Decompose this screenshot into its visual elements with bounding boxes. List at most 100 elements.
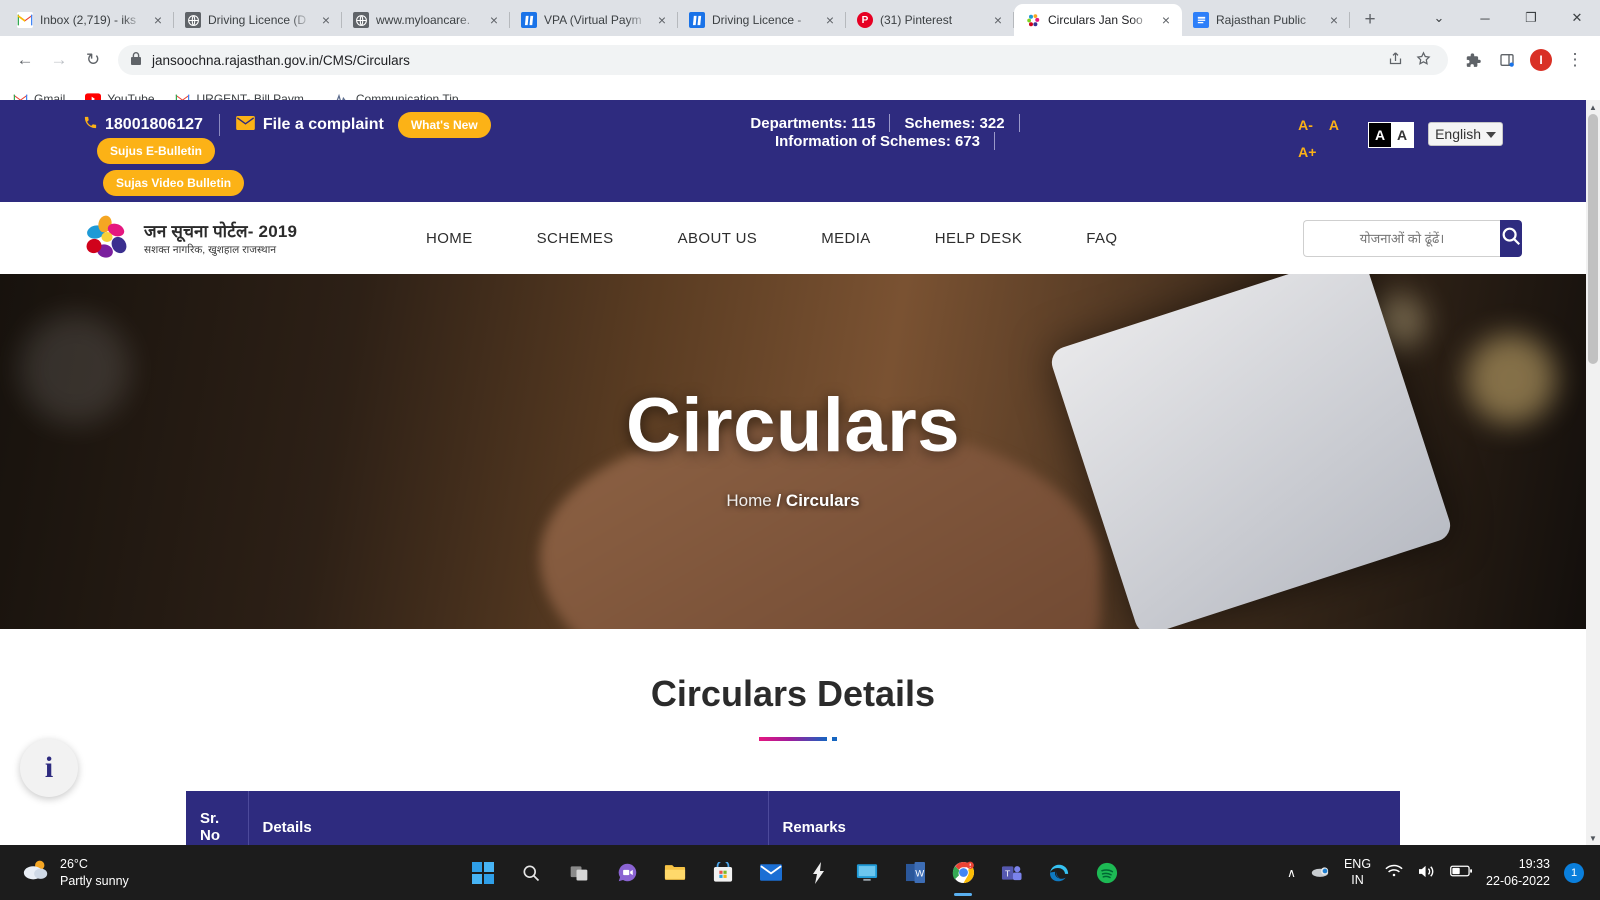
reload-icon[interactable]: ↻ bbox=[78, 45, 108, 75]
scroll-up-icon[interactable]: ▲ bbox=[1586, 100, 1600, 114]
sidepanel-icon[interactable] bbox=[1492, 45, 1522, 75]
font-decrease-button[interactable]: A- bbox=[1298, 112, 1313, 139]
onedrive-icon[interactable] bbox=[1310, 864, 1330, 881]
search-input[interactable] bbox=[1303, 219, 1500, 257]
wifi-icon[interactable] bbox=[1385, 864, 1403, 881]
word-icon[interactable]: W bbox=[902, 860, 928, 886]
close-icon[interactable]: × bbox=[486, 13, 502, 27]
maximize-button[interactable]: ❐ bbox=[1508, 0, 1554, 36]
close-icon[interactable]: × bbox=[1158, 13, 1174, 27]
teams-icon[interactable]: T bbox=[998, 860, 1024, 886]
clock-date: 22-06-2022 bbox=[1486, 873, 1550, 888]
contrast-light-option[interactable]: A bbox=[1391, 123, 1414, 147]
browser-tab[interactable]: Driving Licence (D × bbox=[174, 4, 342, 36]
column-header-remarks: Remarks bbox=[768, 791, 1400, 845]
browser-tab[interactable]: Inbox (2,719) - iks × bbox=[6, 4, 174, 36]
search-button[interactable] bbox=[1500, 219, 1522, 257]
search-icon[interactable] bbox=[518, 860, 544, 886]
phone-icon bbox=[83, 115, 98, 135]
flash-icon[interactable] bbox=[806, 860, 832, 886]
remote-desktop-icon[interactable] bbox=[854, 860, 880, 886]
scrollbar-thumb[interactable] bbox=[1588, 114, 1598, 364]
chrome-icon[interactable] bbox=[950, 860, 976, 896]
tray-chevron-up-icon[interactable]: ∧ bbox=[1287, 866, 1296, 880]
sujus-ebulletin-button[interactable]: Sujus E-Bulletin bbox=[97, 138, 216, 164]
close-icon[interactable]: × bbox=[1326, 13, 1342, 27]
browser-tab[interactable]: VPA (Virtual Paym × bbox=[510, 4, 678, 36]
column-header-details: Details bbox=[248, 791, 769, 845]
bookmark-star-icon[interactable] bbox=[1410, 51, 1436, 69]
chat-icon[interactable] bbox=[614, 860, 640, 886]
browser-tab[interactable]: Driving Licence - × bbox=[678, 4, 846, 36]
browser-tab-active[interactable]: Circulars Jan Soo × bbox=[1014, 4, 1182, 36]
avatar[interactable]: I bbox=[1526, 45, 1556, 75]
close-icon[interactable]: × bbox=[990, 13, 1006, 27]
svg-text:W: W bbox=[915, 868, 924, 879]
close-window-button[interactable]: ✕ bbox=[1554, 0, 1600, 36]
share-icon[interactable] bbox=[1382, 51, 1408, 69]
divider bbox=[1018, 114, 1020, 132]
sujas-video-bulletin-button[interactable]: Sujas Video Bulletin bbox=[103, 170, 245, 196]
window-controls: ⌄ ─ ❐ ✕ bbox=[1416, 0, 1600, 36]
envelope-icon bbox=[236, 115, 255, 135]
tab-title: Rajasthan Public bbox=[1216, 13, 1307, 27]
minimize-button[interactable]: ─ bbox=[1462, 0, 1508, 36]
browser-tab[interactable]: www.myloancare. × bbox=[342, 4, 510, 36]
nav-item-schemes[interactable]: SCHEMES bbox=[505, 230, 646, 247]
microsoft-store-icon[interactable] bbox=[710, 860, 736, 886]
nav-item-home[interactable]: HOME bbox=[394, 230, 505, 247]
clock[interactable]: 19:33 22-06-2022 bbox=[1486, 856, 1550, 889]
nav-item-media[interactable]: MEDIA bbox=[789, 230, 903, 247]
browser-tab[interactable]: P (31) Pinterest × bbox=[846, 4, 1014, 36]
file-explorer-icon[interactable] bbox=[662, 860, 688, 886]
contrast-dark-option[interactable]: A bbox=[1369, 123, 1392, 147]
battery-icon[interactable] bbox=[1450, 865, 1473, 880]
close-icon[interactable]: × bbox=[822, 13, 838, 27]
task-view-icon[interactable] bbox=[566, 860, 592, 886]
logo-text: जन सूचना पोर्टल- 2019 सशक्त नागरिक, खुशह… bbox=[144, 219, 297, 257]
language-select[interactable]: English bbox=[1428, 122, 1503, 146]
mail-icon[interactable] bbox=[758, 860, 784, 886]
spotify-icon[interactable] bbox=[1094, 860, 1120, 886]
jansoochna-logo-icon bbox=[83, 215, 135, 261]
edge-icon[interactable] bbox=[1046, 860, 1072, 886]
volume-icon[interactable] bbox=[1417, 864, 1436, 882]
address-bar[interactable]: jansoochna.rajasthan.gov.in/CMS/Circular… bbox=[118, 45, 1448, 75]
new-tab-button[interactable]: + bbox=[1356, 6, 1384, 34]
chrome-menu-icon[interactable]: ⋮ bbox=[1560, 45, 1590, 75]
tab-search-icon[interactable]: ⌄ bbox=[1416, 0, 1462, 36]
nav-item-help-desk[interactable]: HELP DESK bbox=[903, 230, 1055, 247]
back-icon[interactable]: ← bbox=[10, 45, 40, 75]
scroll-down-icon[interactable]: ▼ bbox=[1586, 831, 1600, 845]
font-increase-button[interactable]: A+ bbox=[1298, 139, 1316, 166]
nav-item-about-us[interactable]: ABOUT US bbox=[646, 230, 790, 247]
file-complaint-link[interactable]: File a complaint bbox=[236, 115, 384, 135]
forward-icon[interactable]: → bbox=[44, 45, 74, 75]
divider bbox=[994, 132, 996, 150]
close-icon[interactable]: × bbox=[654, 13, 670, 27]
nav-item-faq[interactable]: FAQ bbox=[1054, 230, 1149, 247]
browser-window: Inbox (2,719) - iks × Driving Licence (D… bbox=[0, 0, 1600, 900]
breadcrumb-home[interactable]: Home bbox=[726, 491, 771, 510]
close-icon[interactable]: × bbox=[150, 13, 166, 27]
language-value: English bbox=[1435, 126, 1481, 142]
language-indicator[interactable]: ENG IN bbox=[1344, 857, 1371, 888]
page-scrollbar[interactable]: ▲ ▼ bbox=[1586, 100, 1600, 845]
close-icon[interactable]: × bbox=[318, 13, 334, 27]
contrast-toggle[interactable]: A A bbox=[1368, 122, 1415, 148]
logo-tagline: सशक्त नागरिक, खुशहाल राजस्थान bbox=[144, 244, 277, 256]
breadcrumb: Home / Circulars bbox=[726, 491, 859, 511]
helpline-number[interactable]: 18001806127 bbox=[83, 115, 203, 135]
svg-text:T: T bbox=[1005, 868, 1011, 878]
weather-widget[interactable]: 26°C Partly sunny bbox=[0, 856, 330, 890]
start-icon[interactable] bbox=[470, 860, 496, 886]
page-title: Circulars bbox=[626, 383, 960, 468]
font-normal-button[interactable]: A bbox=[1329, 112, 1339, 139]
pinterest-icon: P bbox=[857, 12, 873, 28]
info-icon[interactable]: i bbox=[20, 739, 78, 797]
whats-new-button[interactable]: What's New bbox=[397, 112, 491, 138]
browser-tab[interactable]: Rajasthan Public × bbox=[1182, 4, 1350, 36]
site-logo[interactable]: जन सूचना पोर्टल- 2019 सशक्त नागरिक, खुशह… bbox=[83, 215, 358, 261]
notification-badge[interactable]: 1 bbox=[1564, 862, 1584, 883]
extensions-puzzle-icon[interactable] bbox=[1458, 45, 1488, 75]
